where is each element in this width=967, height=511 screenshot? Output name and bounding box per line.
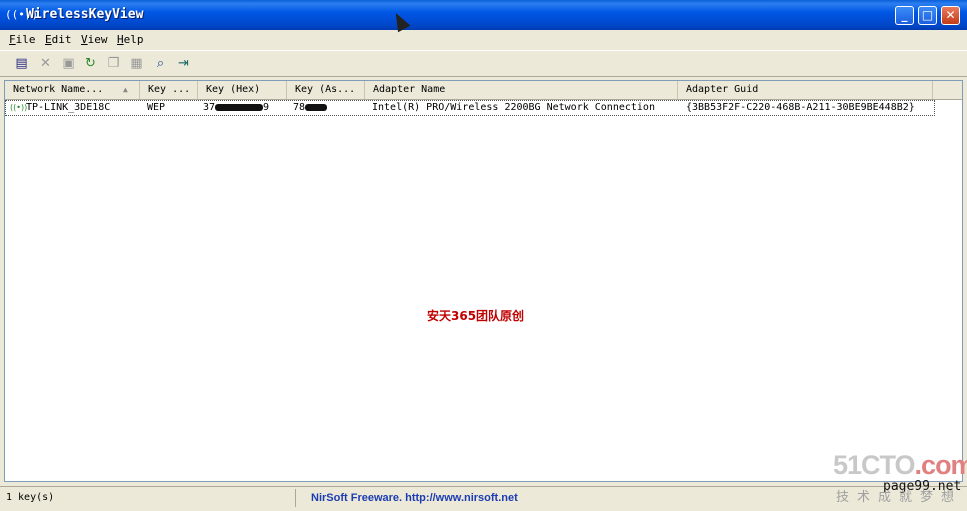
maximize-button[interactable]: □ — [918, 6, 937, 25]
status-key-count: 1 key(s) — [0, 489, 296, 507]
table-row[interactable]: ((•)) TP-LINK_3DE18C WEP 37 9 78 Intel(R)… — [5, 100, 935, 116]
cell-adapter-name: Intel(R) PRO/Wireless 2200BG Network Con… — [372, 102, 655, 113]
wireless-network-icon: ((•)) — [10, 103, 28, 112]
toolbar: ▤ ✕ ▣ ↻ ❐ ▦ ⌕ ⇥ — [0, 50, 967, 77]
window-title: WirelessKeyView — [26, 7, 144, 22]
cell-adapter-guid: {3BB53F2F-C220-468B-A211-30BE9BE448B2} — [686, 102, 915, 113]
close-button[interactable]: ✕ — [941, 6, 960, 25]
title-bar[interactable]: ((•)) WirelessKeyView _ □ ✕ — [0, 0, 967, 30]
refresh-icon[interactable]: ↻ — [82, 55, 99, 72]
cell-key-hex: 37 9 — [203, 102, 270, 113]
menu-edit[interactable]: Edit — [45, 33, 72, 46]
properties-icon[interactable]: ▤ — [13, 55, 30, 72]
redaction-mask — [215, 103, 264, 111]
keys-list[interactable]: Network Name... ▲ Key ... Key (Hex) Key … — [4, 80, 963, 482]
column-header-network-name[interactable]: Network Name... ▲ — [5, 81, 140, 99]
watermark-text: 安天365团队原创 — [427, 309, 525, 323]
status-bar: 1 key(s) NirSoft Freeware. http://www.ni… — [0, 486, 967, 511]
html-report-icon[interactable]: ▦ — [128, 55, 145, 72]
delete-icon[interactable]: ✕ — [37, 55, 54, 72]
column-header-adapter-name[interactable]: Adapter Name — [365, 81, 678, 99]
minimize-button[interactable]: _ — [895, 6, 914, 25]
redaction-mask — [305, 103, 328, 111]
wifi-icon: ((•)) — [5, 8, 39, 21]
list-header: Network Name... ▲ Key ... Key (Hex) Key … — [5, 81, 962, 100]
cell-key-ascii: 78 — [293, 101, 328, 115]
cell-key-type: WEP — [147, 102, 166, 113]
exit-icon[interactable]: ⇥ — [175, 55, 192, 72]
copy-icon[interactable]: ❐ — [105, 55, 122, 72]
menu-view[interactable]: View — [81, 33, 108, 46]
site-logo-slogan: 技术成就梦想 — [836, 490, 963, 505]
save-icon[interactable]: ▣ — [60, 55, 77, 72]
site-logo: 51CTO.com — [833, 450, 967, 480]
menu-bar: File Edit View Help — [0, 30, 967, 50]
column-header-key-ascii[interactable]: Key (As... — [287, 81, 365, 99]
menu-help[interactable]: Help — [117, 33, 144, 46]
nirsoft-link[interactable]: NirSoft Freeware. http://www.nirsoft.net — [311, 489, 518, 507]
app-window: ((•)) WirelessKeyView _ □ ✕ File Edit Vi… — [0, 0, 967, 511]
column-header-key-type[interactable]: Key ... — [140, 81, 198, 99]
cell-network-name: TP-LINK_3DE18C — [26, 102, 111, 113]
sort-ascending-icon: ▲ — [123, 85, 128, 94]
menu-file[interactable]: File — [9, 33, 36, 46]
column-header-adapter-guid[interactable]: Adapter Guid — [678, 81, 933, 99]
column-header-key-hex[interactable]: Key (Hex) — [198, 81, 287, 99]
find-icon[interactable]: ⌕ — [152, 55, 169, 72]
